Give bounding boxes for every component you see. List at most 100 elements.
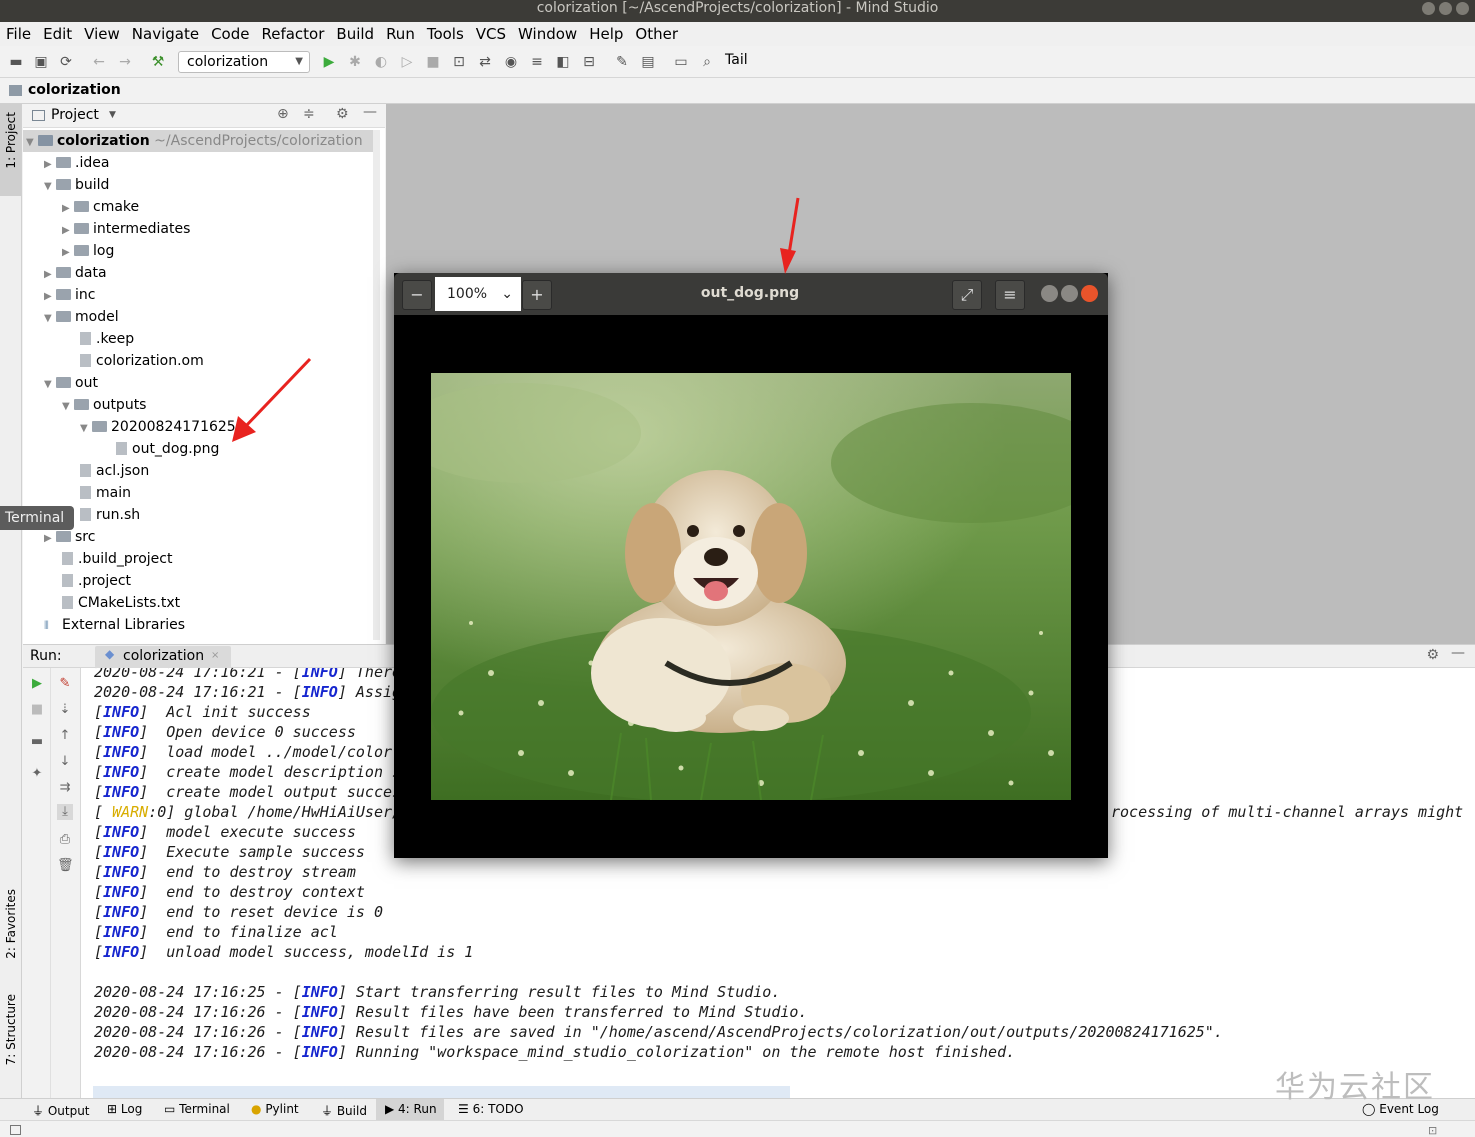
- close-tab-icon[interactable]: ×: [211, 650, 219, 661]
- tool-tab-structure[interactable]: 7: Structure: [4, 994, 18, 1065]
- breadcrumb-root[interactable]: colorization: [28, 82, 121, 98]
- tree-item[interactable]: ▼ build: [44, 174, 109, 196]
- menu-navigate[interactable]: Navigate: [126, 22, 205, 44]
- save-icon[interactable]: ▣: [33, 54, 49, 70]
- locate-icon[interactable]: ⊕: [277, 106, 289, 122]
- layout-icon[interactable]: ▬: [29, 734, 45, 750]
- tree-item[interactable]: ▶ data: [44, 262, 107, 284]
- tree-item[interactable]: ▼ 20200824171625: [80, 416, 236, 438]
- fullscreen-icon[interactable]: ⤢: [952, 280, 982, 310]
- convert-icon[interactable]: ⇄: [477, 54, 493, 70]
- status-square-icon[interactable]: [10, 1125, 21, 1135]
- collapse-all-icon[interactable]: ≑: [303, 106, 315, 122]
- menu-run[interactable]: Run: [380, 22, 421, 44]
- menu-window[interactable]: Window: [512, 22, 583, 44]
- tree-item[interactable]: .project: [62, 570, 131, 592]
- rerun-icon[interactable]: ▶: [29, 676, 45, 692]
- menu-tools[interactable]: Tools: [421, 22, 470, 44]
- up-arrow-icon[interactable]: ↑: [57, 728, 73, 744]
- zoom-out-button[interactable]: −: [402, 280, 432, 310]
- menu-edit[interactable]: Edit: [37, 22, 78, 44]
- gear-icon[interactable]: ⚙: [1426, 647, 1439, 663]
- tree-item[interactable]: CMakeLists.txt: [62, 592, 180, 614]
- maximize-icon[interactable]: [1061, 285, 1078, 302]
- tree-item[interactable]: colorization.om: [80, 350, 204, 372]
- tree-root[interactable]: ▼ colorization ~/AscendProjects/colorizat…: [26, 130, 363, 152]
- tree-item[interactable]: acl.json: [80, 460, 149, 482]
- tree-item-out-dog[interactable]: out_dog.png: [116, 438, 219, 460]
- tree-item[interactable]: ▶ .idea: [44, 152, 109, 174]
- scroll-to-end-icon[interactable]: ⤓: [57, 804, 73, 820]
- list-icon[interactable]: ≡: [529, 54, 545, 70]
- lock-icon[interactable]: ⊡: [1428, 1124, 1437, 1137]
- edit-config-icon[interactable]: ✎: [57, 676, 73, 692]
- hide-panel-icon[interactable]: —: [363, 104, 377, 120]
- close-window-button[interactable]: [1456, 2, 1469, 15]
- print-icon[interactable]: ⎙: [57, 832, 73, 848]
- pin-icon[interactable]: ✦: [29, 766, 45, 782]
- minimize-window-button[interactable]: [1422, 2, 1435, 15]
- trash-icon[interactable]: 🗑: [57, 858, 74, 874]
- search-icon[interactable]: ⌕: [699, 54, 715, 70]
- bottom-tab-output[interactable]: ⏚ Output: [32, 1102, 90, 1119]
- soft-wrap-icon[interactable]: ⇉: [57, 780, 73, 796]
- build-hammer-icon[interactable]: ⚒: [150, 54, 166, 70]
- bottom-tab-log[interactable]: ⊞ Log: [107, 1102, 142, 1116]
- menu-code[interactable]: Code: [205, 22, 255, 44]
- run-tab-colorization[interactable]: ◆ colorization ×: [95, 646, 231, 668]
- tree-item[interactable]: .keep: [80, 328, 134, 350]
- eye-icon[interactable]: ◉: [503, 54, 519, 70]
- menu-file[interactable]: File: [0, 22, 37, 44]
- monitor-icon[interactable]: ⊟: [581, 54, 597, 70]
- project-structure-icon[interactable]: ▤: [640, 54, 656, 70]
- bottom-tab-todo[interactable]: ☰ 6: TODO: [458, 1102, 524, 1116]
- zoom-select[interactable]: 100% ⌄: [435, 277, 521, 311]
- zoom-in-button[interactable]: +: [522, 280, 552, 310]
- bottom-tab-run[interactable]: ▶ 4: Run: [385, 1102, 437, 1116]
- menu-vcs[interactable]: VCS: [470, 22, 512, 44]
- project-view-select[interactable]: Project: [51, 107, 99, 123]
- hide-panel-icon[interactable]: —: [1451, 645, 1465, 661]
- run-configuration-select[interactable]: colorization ▼: [178, 51, 310, 73]
- tree-item[interactable]: ▼ out: [44, 372, 98, 394]
- tree-item[interactable]: ▶ log: [62, 240, 114, 262]
- maximize-window-button[interactable]: [1439, 2, 1452, 15]
- down-arrow-icon[interactable]: ↓: [57, 754, 73, 770]
- tree-item[interactable]: ▼ outputs: [62, 394, 146, 416]
- tree-item[interactable]: run.sh: [80, 504, 140, 526]
- stop-icon[interactable]: ■: [29, 702, 45, 718]
- close-icon[interactable]: [1081, 285, 1098, 302]
- bottom-tab-build[interactable]: ⏚ Build: [321, 1102, 367, 1119]
- tree-scrollbar[interactable]: [373, 130, 380, 640]
- tail-button[interactable]: Tail: [725, 52, 748, 68]
- sort-icon[interactable]: ⇣: [57, 702, 73, 718]
- tree-item[interactable]: ▶ inc: [44, 284, 95, 306]
- menu-help[interactable]: Help: [583, 22, 629, 44]
- back-icon[interactable]: ←: [91, 54, 107, 70]
- wrench-icon[interactable]: ✎: [614, 54, 630, 70]
- terminal-icon[interactable]: ▭: [673, 54, 689, 70]
- tree-item[interactable]: ▶ cmake: [62, 196, 139, 218]
- bottom-tab-pylint[interactable]: ● Pylint: [251, 1102, 299, 1116]
- tool-tab-favorites[interactable]: 2: Favorites: [4, 889, 18, 959]
- forward-icon[interactable]: →: [117, 54, 133, 70]
- coverage-icon[interactable]: ◐: [373, 54, 389, 70]
- stop-icon[interactable]: ■: [425, 54, 441, 70]
- open-folder-icon[interactable]: ▬: [8, 54, 24, 70]
- profile-icon[interactable]: ▷: [399, 54, 415, 70]
- menu-refactor[interactable]: Refactor: [255, 22, 330, 44]
- gear-icon[interactable]: ⚙: [336, 106, 349, 122]
- tree-item[interactable]: ▼ model: [44, 306, 119, 328]
- bottom-tab-terminal[interactable]: ▭ Terminal: [164, 1102, 230, 1116]
- compare-icon[interactable]: ◧: [555, 54, 571, 70]
- menu-other[interactable]: Other: [629, 22, 684, 44]
- menu-icon[interactable]: ≡: [995, 280, 1025, 310]
- tree-item[interactable]: main: [80, 482, 131, 504]
- console-input-line[interactable]: [93, 1086, 790, 1098]
- deploy-icon[interactable]: ⊡: [451, 54, 467, 70]
- tool-tab-project[interactable]: 1: Project: [4, 112, 18, 169]
- menu-build[interactable]: Build: [330, 22, 380, 44]
- menu-view[interactable]: View: [78, 22, 126, 44]
- minimize-icon[interactable]: [1041, 285, 1058, 302]
- tree-item[interactable]: ▶ intermediates: [62, 218, 190, 240]
